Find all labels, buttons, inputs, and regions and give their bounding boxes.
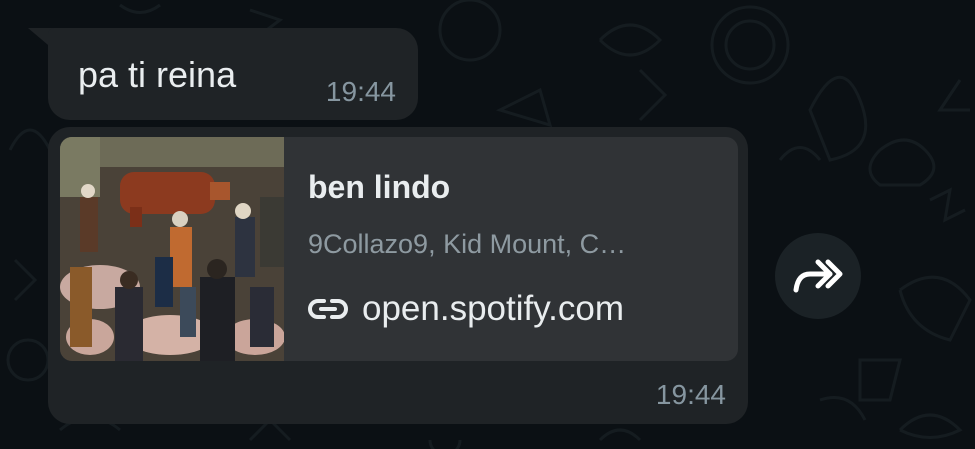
message-time: 19:44 — [655, 379, 726, 410]
message-bubble[interactable]: pa ti reina 19:44 — [48, 28, 418, 120]
link-preview-card[interactable]: ben lindo 9Collazo9, Kid Mount, C… open.… — [60, 137, 738, 361]
message-time: 19:44 — [325, 76, 396, 107]
link-title: ben lindo — [308, 169, 451, 205]
album-art-image — [60, 137, 284, 361]
link-message-bubble[interactable]: ben lindo 9Collazo9, Kid Mount, C… open.… — [48, 127, 748, 424]
forward-icon — [793, 259, 843, 293]
link-domain-row[interactable]: open.spotify.com — [308, 287, 624, 331]
link-domain: open.spotify.com — [362, 289, 624, 328]
forward-button[interactable] — [775, 233, 861, 319]
link-icon — [308, 299, 348, 319]
message-text: pa ti reina — [78, 54, 237, 95]
link-subtitle: 9Collazo9, Kid Mount, C… — [308, 229, 627, 259]
